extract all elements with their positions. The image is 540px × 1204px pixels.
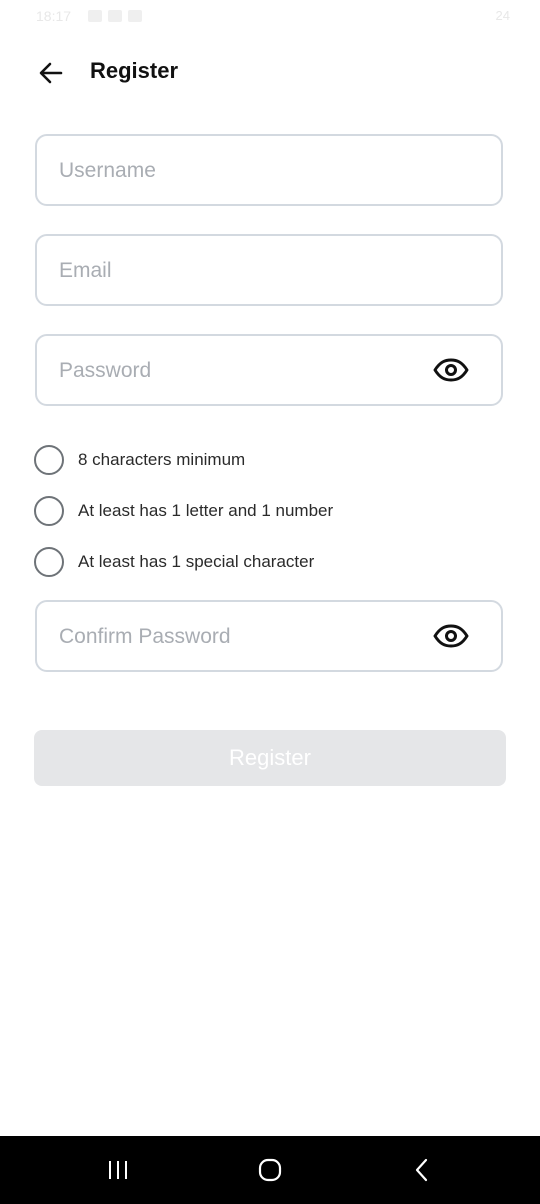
username-field[interactable]	[35, 134, 503, 206]
email-input[interactable]	[57, 236, 421, 306]
recent-apps-icon	[109, 1161, 127, 1179]
rule-status-circle-icon	[34, 547, 64, 577]
status-bar: 18:17 24	[0, 0, 540, 32]
recent-apps-button[interactable]	[98, 1152, 138, 1188]
notification-icon	[88, 10, 102, 22]
register-button[interactable]: Register	[34, 730, 506, 786]
rule-label: 8 characters minimum	[78, 450, 246, 469]
toggle-confirm-password-visibility-button[interactable]	[431, 616, 471, 656]
rule-label: At least has 1 letter and 1 number	[78, 501, 334, 520]
username-input[interactable]	[57, 136, 421, 206]
home-button[interactable]	[250, 1152, 290, 1188]
page-title: Register	[90, 58, 179, 83]
email-field[interactable]	[35, 234, 503, 306]
password-input[interactable]	[57, 336, 421, 406]
notification-icon	[128, 10, 142, 22]
eye-icon	[433, 358, 469, 382]
rule-status-circle-icon	[34, 496, 64, 526]
home-icon	[258, 1158, 282, 1182]
password-field[interactable]	[35, 334, 503, 406]
password-rule-special-char: At least has 1 special character	[34, 544, 314, 580]
rule-status-circle-icon	[34, 445, 64, 475]
system-back-button[interactable]	[402, 1152, 442, 1188]
confirm-password-field[interactable]	[35, 600, 503, 672]
password-rule-min-length: 8 characters minimum	[34, 442, 245, 478]
notification-icon	[108, 10, 122, 22]
battery-level: 24	[495, 8, 510, 23]
status-indicators: 24	[496, 8, 510, 23]
header: Register	[0, 32, 540, 112]
arrow-left-icon	[39, 62, 63, 84]
status-time: 18:17	[36, 8, 72, 24]
back-button[interactable]	[34, 56, 68, 90]
password-rule-letter-number: At least has 1 letter and 1 number	[34, 493, 333, 529]
eye-icon	[433, 624, 469, 648]
back-nav-icon	[415, 1158, 428, 1182]
notification-icons	[88, 10, 142, 22]
system-nav-bar	[0, 1136, 540, 1204]
rule-label: At least has 1 special character	[78, 552, 315, 571]
confirm-password-input[interactable]	[57, 602, 421, 672]
toggle-password-visibility-button[interactable]	[431, 350, 471, 390]
